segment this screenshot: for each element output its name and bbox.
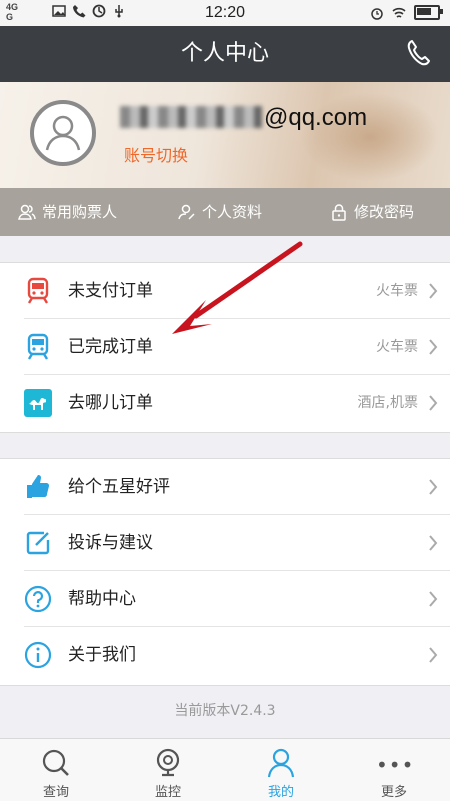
chevron-right-icon xyxy=(429,535,438,551)
train-icon-blue xyxy=(27,333,49,360)
quick-action-label: 修改密码 xyxy=(354,203,415,221)
tab-label: 查询 xyxy=(42,785,69,800)
order-label: 去哪儿订单 xyxy=(68,393,153,413)
info-icon xyxy=(24,641,52,669)
question-icon xyxy=(24,585,52,613)
feedback-item[interactable]: 投诉与建议 xyxy=(0,515,450,571)
edit-icon xyxy=(26,531,50,555)
help-center-item[interactable]: 帮助中心 xyxy=(0,571,450,627)
frequent-passengers-button[interactable]: 常用购票人 xyxy=(18,188,117,236)
chevron-right-icon xyxy=(429,591,438,607)
service-label: 给个五星好评 xyxy=(68,477,170,497)
status-bar: 4G G 12:20 xyxy=(0,0,450,26)
services-list: 给个五星好评 投诉与建议 帮助中心 关于我们 xyxy=(0,458,450,686)
wifi-icon xyxy=(392,7,406,18)
quick-actions-bar: 常用购票人 个人资料 修改密码 xyxy=(0,188,450,236)
completed-orders-item[interactable]: 已完成订单 火车票 xyxy=(0,319,450,375)
profile-header: @qq.com 账号切换 xyxy=(0,82,450,188)
app-version: 当前版本V2.4.3 xyxy=(174,703,276,719)
search-icon xyxy=(42,749,69,776)
order-type: 火车票 xyxy=(376,339,418,355)
chevron-right-icon xyxy=(429,647,438,663)
rate-five-stars-item[interactable]: 给个五星好评 xyxy=(0,459,450,515)
monitor-icon xyxy=(156,748,180,777)
alarm-icon xyxy=(371,7,383,20)
tab-more[interactable]: ••• 更多 xyxy=(338,739,450,801)
title-bar: 个人中心 xyxy=(0,26,450,82)
chevron-right-icon xyxy=(429,395,438,411)
tab-monitor[interactable]: 监控 xyxy=(112,739,224,801)
tab-label: 我的 xyxy=(267,785,294,800)
order-type: 火车票 xyxy=(376,283,418,299)
qunar-orders-item[interactable]: 去哪儿订单 酒店,机票 xyxy=(0,375,450,431)
switch-account-link[interactable]: 账号切换 xyxy=(124,142,188,166)
lock-icon xyxy=(332,204,346,221)
email-suffix: @qq.com xyxy=(264,104,368,131)
profile-edit-icon xyxy=(178,204,195,220)
quick-action-label: 个人资料 xyxy=(202,203,263,221)
tab-search[interactable]: 查询 xyxy=(0,739,112,801)
battery-icon xyxy=(414,5,443,20)
tab-label: 更多 xyxy=(380,785,407,800)
phone-icon[interactable] xyxy=(404,38,434,68)
bottom-tab-bar: 查询 监控 我的 ••• 更多 xyxy=(0,738,450,801)
more-icon: ••• xyxy=(376,753,415,777)
change-password-button[interactable]: 修改密码 xyxy=(330,188,414,236)
service-label: 关于我们 xyxy=(68,645,136,665)
account-email: @qq.com xyxy=(120,104,367,132)
order-label: 未支付订单 xyxy=(68,281,153,301)
train-icon-red xyxy=(27,277,49,304)
order-label: 已完成订单 xyxy=(68,337,153,357)
personal-info-button[interactable]: 个人资料 xyxy=(178,188,262,236)
service-label: 投诉与建议 xyxy=(68,533,153,553)
unpaid-orders-item[interactable]: 未支付订单 火车票 xyxy=(0,263,450,319)
orders-list: 未支付订单 火车票 已完成订单 火车票 去哪儿订单 酒店,机票 xyxy=(0,262,450,433)
chevron-right-icon xyxy=(429,479,438,495)
tab-label: 监控 xyxy=(154,785,181,800)
camel-icon xyxy=(24,389,52,417)
quick-action-label: 常用购票人 xyxy=(42,203,118,221)
page-title: 个人中心 xyxy=(180,41,269,66)
tab-mine[interactable]: 我的 xyxy=(225,739,337,801)
chevron-right-icon xyxy=(429,283,438,299)
passengers-icon xyxy=(18,204,36,220)
about-us-item[interactable]: 关于我们 xyxy=(0,627,450,683)
avatar[interactable] xyxy=(30,100,96,166)
chevron-right-icon xyxy=(429,339,438,355)
thumbs-up-icon xyxy=(27,475,49,498)
order-type: 酒店,机票 xyxy=(357,395,418,411)
avatar-icon xyxy=(45,115,81,151)
masked-account-id xyxy=(120,106,262,128)
service-label: 帮助中心 xyxy=(68,589,136,609)
user-icon xyxy=(267,748,295,778)
